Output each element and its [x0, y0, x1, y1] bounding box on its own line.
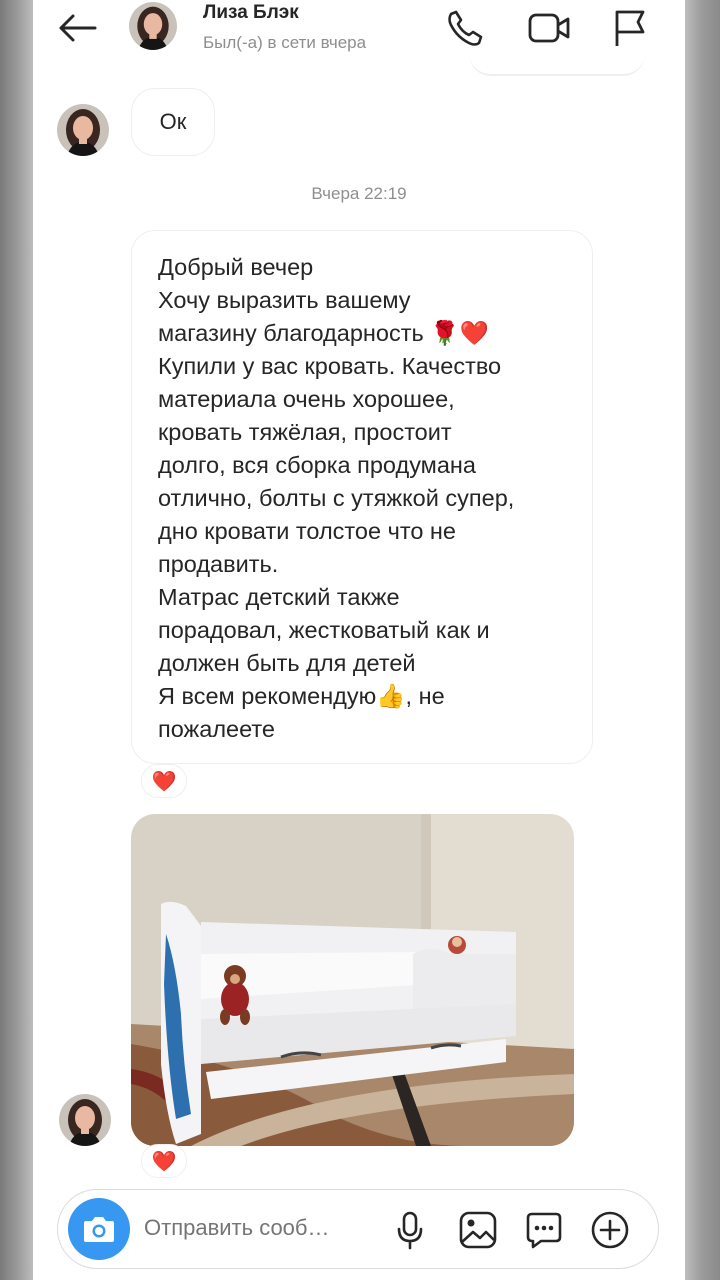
message-line: кровать тяжёлая, простоит: [158, 419, 452, 445]
message-line: Добрый вечер: [158, 254, 314, 280]
sticker-button[interactable]: [520, 1206, 568, 1254]
more-options-button[interactable]: [586, 1206, 634, 1254]
message-line: продавить.: [158, 551, 279, 577]
message-bubble-review[interactable]: Добрый вечер Хочу выразить вашему магази…: [131, 230, 593, 764]
message-line: материала очень хорошее,: [158, 386, 455, 412]
sticker-icon: [526, 1212, 562, 1249]
message-line: порадовал, жестковатый как и: [158, 617, 490, 643]
message-line: Хочу выразить вашему: [158, 287, 411, 313]
message-line: Купили у вас кровать. Качество: [158, 353, 502, 379]
message-timestamp: Вчера 22:19: [311, 184, 407, 203]
heart-reaction[interactable]: ❤️: [141, 1144, 187, 1178]
voice-button[interactable]: [386, 1206, 434, 1254]
phone-icon: [448, 10, 483, 46]
heart-reaction[interactable]: ❤️: [141, 764, 187, 798]
message-line: магазину благодарность 🌹❤️: [158, 320, 489, 346]
online-status: Был(-а) в сети вчера: [203, 33, 367, 52]
video-icon: [528, 13, 570, 43]
heart-icon: ❤️: [151, 1150, 177, 1173]
photo-message-bed[interactable]: [131, 814, 574, 1146]
sender-avatar[interactable]: [59, 1094, 111, 1146]
message-line: долго, вся сборка продумана: [158, 452, 476, 478]
camera-button[interactable]: [68, 1198, 130, 1260]
back-arrow-icon: [59, 14, 97, 42]
message-bubble-ok[interactable]: Ок: [131, 88, 215, 156]
heart-icon: ❤️: [151, 770, 177, 793]
header-avatar[interactable]: [129, 2, 177, 50]
message-text: Ок: [159, 109, 187, 134]
message-line: пожалеете: [158, 716, 275, 742]
gallery-button[interactable]: [454, 1206, 502, 1254]
message-input[interactable]: [144, 1215, 364, 1241]
message-line: дно кровати толстое что не: [158, 518, 456, 544]
previous-message-bubble-edge: [469, 44, 645, 76]
bed-photo: [131, 814, 574, 1146]
camera-icon: [84, 1217, 114, 1242]
sender-avatar[interactable]: [57, 104, 109, 156]
message-line: отлично, болты с утяжкой супер,: [158, 485, 515, 511]
chat-screen: Лиза Блэк Был(-а) в сети вчера Ок Вчера …: [33, 0, 685, 1280]
message-line: должен быть для детей: [158, 650, 416, 676]
contact-name[interactable]: Лиза Блэк: [203, 2, 299, 24]
message-line: Я всем рекомендую👍, не: [158, 683, 445, 709]
back-button[interactable]: [55, 8, 99, 48]
message-line: Матрас детский также: [158, 584, 400, 610]
microphone-icon: [397, 1211, 423, 1250]
message-composer: [57, 1189, 659, 1269]
plus-icon: [591, 1211, 629, 1249]
flag-icon: [615, 10, 645, 46]
gallery-icon: [459, 1211, 497, 1249]
